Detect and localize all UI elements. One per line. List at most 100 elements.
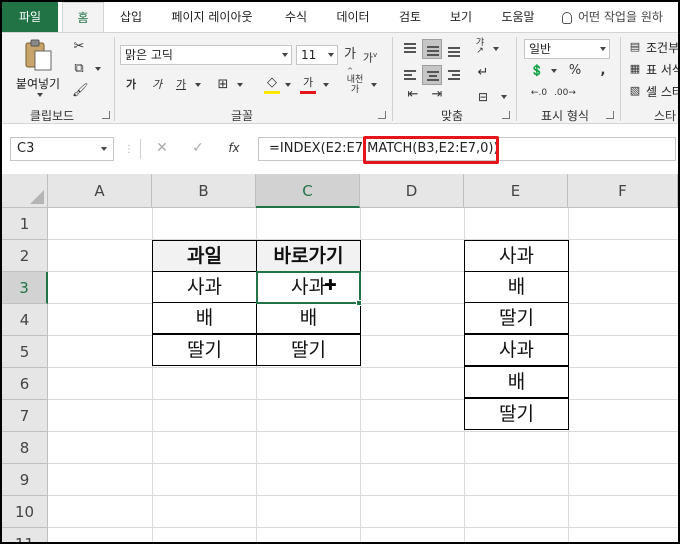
dialog-launcher-icon[interactable] <box>102 111 110 119</box>
row-header-9[interactable]: 9 <box>2 464 48 496</box>
worksheet-grid[interactable]: A B C D E F 1 2 3 4 5 6 7 8 9 10 11 과일 바 <box>2 174 678 542</box>
column-header-b[interactable]: B <box>152 174 256 208</box>
cell-c5[interactable]: 딸기 <box>256 334 361 366</box>
row-header-1[interactable]: 1 <box>2 208 48 240</box>
tab-help[interactable]: 도움말 <box>492 2 544 32</box>
align-center-icon[interactable] <box>422 65 442 85</box>
name-box[interactable]: C3 <box>10 137 114 161</box>
tab-insert[interactable]: 삽입 <box>112 2 150 32</box>
font-color-icon[interactable]: 가 <box>300 75 316 94</box>
enter-check-icon[interactable]: ✓ <box>190 140 206 156</box>
row-header-8[interactable]: 8 <box>2 432 48 464</box>
row-header-5[interactable]: 5 <box>2 336 48 368</box>
cut-icon[interactable]: ✂ <box>72 39 86 55</box>
border-icon[interactable]: ⊞ <box>216 77 230 93</box>
row-header-11[interactable]: 11 <box>2 528 48 542</box>
cell-b2[interactable]: 과일 <box>152 240 257 272</box>
italic-icon[interactable]: 가 <box>150 77 164 93</box>
merge-center-icon[interactable]: ⊟ <box>476 89 490 105</box>
paste-button[interactable]: 붙여넣기 <box>10 37 66 101</box>
align-top-icon[interactable] <box>400 39 420 59</box>
cell-c2[interactable]: 바로가기 <box>256 240 361 272</box>
dialog-launcher-icon[interactable] <box>502 111 510 119</box>
gridline <box>48 495 678 496</box>
align-middle-icon[interactable] <box>422 39 442 59</box>
cell-e2[interactable]: 사과 <box>464 240 569 272</box>
tell-me-box[interactable]: 어떤 작업을 원하 <box>562 2 663 32</box>
column-header-d[interactable]: D <box>360 174 464 208</box>
align-right-icon[interactable] <box>444 65 464 85</box>
font-shrink-icon[interactable]: 가v <box>362 47 378 67</box>
select-all-button[interactable] <box>2 174 48 208</box>
conditional-formatting-icon[interactable]: ▤ <box>628 39 642 55</box>
cell-e7[interactable]: 딸기 <box>464 398 569 430</box>
tab-file[interactable]: 파일 <box>2 2 58 32</box>
row-header-7[interactable]: 7 <box>2 400 48 432</box>
dialog-launcher-icon[interactable] <box>378 111 386 119</box>
cell-styles-label[interactable]: 셀 스타 <box>646 83 678 100</box>
row-header-4[interactable]: 4 <box>2 304 48 336</box>
font-name-select[interactable]: 맑은 고딕 <box>120 45 292 65</box>
cell-cursor-icon: ✚ <box>324 276 337 294</box>
number-format-select[interactable]: 일반 <box>524 39 610 59</box>
format-as-table-icon[interactable]: ▦ <box>628 61 642 77</box>
more-options-icon: ⋮ <box>124 144 134 155</box>
cell-b5[interactable]: 딸기 <box>152 334 257 366</box>
cancel-icon[interactable]: ✕ <box>154 140 170 156</box>
cell-styles-icon[interactable]: ▧ <box>628 83 642 99</box>
fill-color-icon[interactable]: ◇ <box>264 75 280 94</box>
row-header-3[interactable]: 3 <box>2 272 48 304</box>
increase-decimal-icon[interactable]: ←.0 <box>530 85 548 101</box>
tab-view[interactable]: 보기 <box>442 2 480 32</box>
chevron-down-icon <box>195 83 201 87</box>
percent-icon[interactable]: % <box>568 63 582 79</box>
accounting-format-icon[interactable]: 💲 <box>528 63 546 79</box>
divider <box>392 37 393 121</box>
comma-icon[interactable]: , <box>598 63 608 79</box>
formula-bar: C3 ⋮ ✕ ✓ fx =INDEX(E2:E7,MATCH(B3,E2:E7,… <box>2 135 678 165</box>
cell-e6[interactable]: 배 <box>464 366 569 398</box>
dialog-launcher-icon[interactable] <box>606 111 614 119</box>
tab-formulas[interactable]: 수식 <box>274 2 318 32</box>
gridline <box>48 399 678 400</box>
row-header-10[interactable]: 10 <box>2 496 48 528</box>
column-header-e[interactable]: E <box>464 174 568 208</box>
formula-highlight-box <box>363 136 499 164</box>
tab-home[interactable]: 홈 <box>62 2 104 32</box>
cell-b3[interactable]: 사과 <box>152 271 257 303</box>
format-painter-icon[interactable]: 🖌 <box>72 83 89 99</box>
underline-icon[interactable]: 가 <box>174 77 188 93</box>
cell-c4[interactable]: 배 <box>256 302 361 334</box>
clipboard-group-label: 클립보드 <box>29 109 75 123</box>
ribbon-tabs: 파일 홈 삽입 페이지 레이아웃 수식 데이터 검토 보기 도움말 어떤 작업을… <box>2 2 678 32</box>
align-bottom-icon[interactable] <box>444 39 464 59</box>
tab-data[interactable]: 데이터 <box>328 2 378 32</box>
cell-e5[interactable]: 사과 <box>464 334 569 366</box>
column-header-f[interactable]: F <box>568 174 678 208</box>
row-header-6[interactable]: 6 <box>2 368 48 400</box>
column-header-a[interactable]: A <box>48 174 152 208</box>
chevron-down-icon <box>95 67 101 71</box>
tab-page-layout[interactable]: 페이지 레이아웃 <box>160 2 264 32</box>
row-header-2[interactable]: 2 <box>2 240 48 272</box>
orientation-icon[interactable]: 갸 ↗ <box>472 39 488 56</box>
conditional-formatting-label[interactable]: 조건부 <box>646 39 678 56</box>
chevron-down-icon <box>101 147 107 151</box>
bold-icon[interactable]: 가 <box>124 77 138 93</box>
cell-e4[interactable]: 딸기 <box>464 302 569 334</box>
font-size-select[interactable]: 11 <box>296 45 338 65</box>
fill-handle[interactable] <box>356 300 362 306</box>
column-header-c[interactable]: C <box>256 174 360 208</box>
phonetic-icon[interactable]: 내천 가 <box>346 75 364 95</box>
increase-indent-icon[interactable]: ⇥ <box>430 87 444 103</box>
wrap-text-icon[interactable]: ↵ <box>476 65 490 81</box>
cell-e3[interactable]: 배 <box>464 271 569 303</box>
align-left-icon[interactable] <box>400 65 420 85</box>
cell-b4[interactable]: 배 <box>152 302 257 334</box>
decrease-decimal-icon[interactable]: .00→ <box>554 85 576 101</box>
insert-function-icon[interactable]: fx <box>226 140 242 156</box>
copy-icon[interactable]: ⧉ <box>72 61 86 77</box>
tab-review[interactable]: 검토 <box>390 2 430 32</box>
decrease-indent-icon[interactable]: ⇤ <box>406 87 420 103</box>
format-as-table-label[interactable]: 표 서식 <box>646 61 678 78</box>
